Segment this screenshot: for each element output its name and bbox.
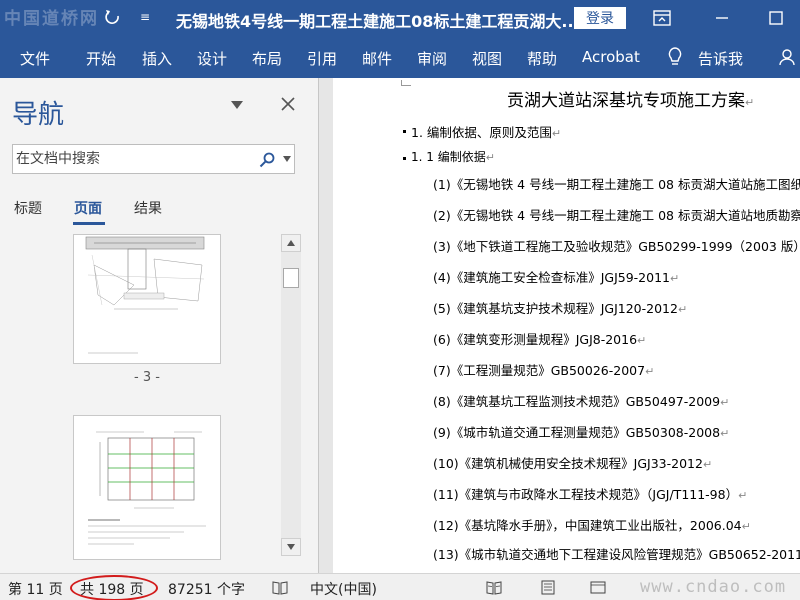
document-area: 贡湖大道站深基坑专项施工方案↵ 1. 编制依据、原则及范围↵ 1. 1 编制依据…: [319, 78, 800, 573]
scroll-down-button[interactable]: [281, 538, 301, 556]
reference-item: (7)《工程测量规范》GB50026-2007↵: [433, 363, 655, 378]
word-count-status[interactable]: 87251 个字: [168, 579, 245, 599]
search-box: [12, 144, 295, 174]
tab-layout[interactable]: 布局: [252, 48, 282, 69]
tab-results[interactable]: 结果: [134, 198, 162, 218]
minimize-icon[interactable]: [712, 8, 732, 28]
lightbulb-icon[interactable]: [665, 46, 685, 68]
ribbon-display-options-icon[interactable]: [652, 8, 672, 28]
ribbon-tabs: 文件 开始 插入 设计 布局 引用 邮件 审阅 视图 帮助 Acrobat 告诉…: [0, 36, 800, 78]
share-user-icon[interactable]: [778, 47, 798, 67]
highlight-circle-annotation: [70, 575, 158, 600]
search-input[interactable]: [16, 148, 248, 170]
document-page[interactable]: 贡湖大道站深基坑专项施工方案↵ 1. 编制依据、原则及范围↵ 1. 1 编制依据…: [333, 78, 800, 573]
thumbnail-page-label: - 3 -: [134, 370, 160, 385]
tab-acrobat[interactable]: Acrobat: [582, 48, 640, 66]
tab-design[interactable]: 设计: [197, 48, 227, 69]
thumbnail-scrollbar[interactable]: [281, 234, 301, 556]
reference-item: (6)《建筑变形测量规程》JGJ8-2016↵: [433, 332, 647, 347]
reference-item: (9)《城市轨道交通工程测量规范》GB50308-2008↵: [433, 425, 730, 440]
nav-options-icon[interactable]: [230, 100, 244, 110]
reference-item: (12)《基坑降水手册》，中国建筑工业出版社，2006.04↵: [433, 518, 751, 533]
page-thumbnail-preview: [88, 431, 206, 545]
undo-icon[interactable]: [104, 8, 122, 26]
language-status[interactable]: 中文(中国): [310, 579, 377, 599]
reference-item: (1)《无锡地铁 4 号线一期工程土建施工 08 标贡湖大道站施工图纸》↵: [433, 177, 800, 192]
tab-pages[interactable]: 页面: [74, 198, 102, 218]
reference-item: (5)《建筑基坑支护技术规程》JGJ120-2012↵: [433, 301, 688, 316]
list-bullet: [403, 130, 406, 133]
reference-item: (8)《建筑基坑工程监测技术规范》GB50497-2009↵: [433, 394, 730, 409]
tell-me-search[interactable]: 告诉我: [698, 48, 743, 69]
page-thumbnail-preview: [85, 236, 205, 354]
login-button[interactable]: 登录: [574, 7, 626, 29]
heading-1: 1. 编制依据、原则及范围↵: [411, 125, 562, 140]
page-thumbnail[interactable]: [73, 415, 221, 560]
reference-item: (13)《城市轨道交通地下工程建设风险管理规范》GB50652-2011↵: [433, 547, 800, 562]
heading-2: 1. 1 编制依据↵: [411, 150, 495, 164]
close-icon[interactable]: [280, 96, 296, 112]
tab-home[interactable]: 开始: [86, 48, 116, 69]
reference-item: (4)《建筑施工安全检查标准》JGJ59-2011↵: [433, 270, 680, 285]
read-mode-book-icon[interactable]: [272, 580, 288, 595]
margin-corner-mark: [401, 80, 411, 86]
status-bar: 第 11 页 共 198 页 87251 个字 中文(中国) www.cndao…: [0, 573, 800, 600]
chevron-down-icon[interactable]: [283, 156, 291, 162]
navigation-pane: 导航 标题 页面 结果 - 3 -: [0, 78, 318, 573]
nav-title: 导航: [12, 100, 65, 130]
caret-up-icon: [287, 240, 295, 246]
reference-item: (11)《建筑与市政降水工程技术规范》（JGJ/T111-98）↵: [433, 487, 748, 502]
tab-file[interactable]: 文件: [20, 48, 50, 69]
list-bullet: [403, 157, 406, 160]
window-title: 无锡地铁4号线一期工程土建施工08标土建工程贡湖大...: [176, 12, 580, 31]
customize-quick-access-icon[interactable]: ≡: [140, 8, 154, 26]
reference-item: (10)《建筑机械使用安全技术规程》JGJ33-2012↵: [433, 456, 713, 471]
tab-references[interactable]: 引用: [307, 48, 337, 69]
title-bar: 中国道桥网 ≡ 无锡地铁4号线一期工程土建施工08标土建工程贡湖大... 登录: [0, 0, 800, 36]
tab-review[interactable]: 审阅: [417, 48, 447, 69]
page-number-status[interactable]: 第 11 页: [8, 579, 63, 599]
tab-headings[interactable]: 标题: [14, 198, 42, 218]
search-icon[interactable]: [259, 152, 275, 168]
tab-mailings[interactable]: 邮件: [362, 48, 392, 69]
print-layout-icon[interactable]: [540, 580, 556, 595]
tab-insert[interactable]: 插入: [142, 48, 172, 69]
maximize-icon[interactable]: [766, 8, 786, 28]
scroll-up-button[interactable]: [281, 234, 301, 252]
caret-down-icon: [287, 544, 295, 550]
read-mode-icon[interactable]: [486, 580, 502, 595]
site-watermark: www.cndao.com: [640, 577, 787, 597]
tab-view[interactable]: 视图: [472, 48, 502, 69]
page-thumbnail[interactable]: [73, 234, 221, 364]
watermark-logo: 中国道桥网: [4, 9, 99, 29]
reference-item: (3)《地下铁道工程施工及验收规范》GB50299-1999（2003 版）↵: [433, 239, 800, 254]
web-layout-icon[interactable]: [590, 580, 606, 595]
tab-help[interactable]: 帮助: [527, 48, 557, 69]
scroll-thumb[interactable]: [283, 268, 299, 288]
active-tab-indicator: [73, 222, 105, 225]
document-title: 贡湖大道站深基坑专项施工方案↵: [507, 91, 755, 111]
reference-item: (2)《无锡地铁 4 号线一期工程土建施工 08 标贡湖大道站地质勘察报告↵: [433, 208, 800, 223]
